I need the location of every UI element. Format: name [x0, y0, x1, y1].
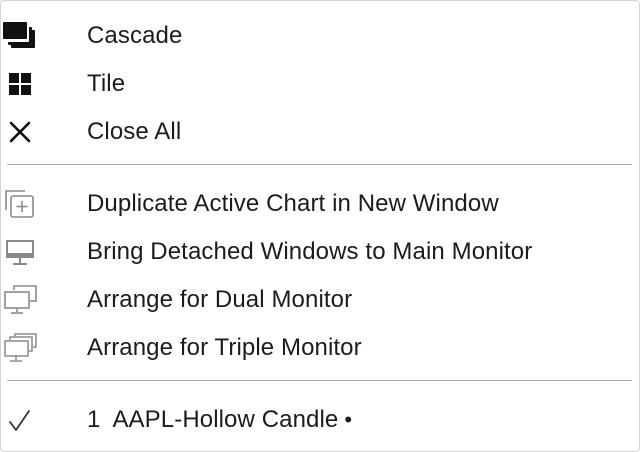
menu-item-tile[interactable]: Tile	[1, 60, 639, 108]
menu-item-label: Tile	[87, 70, 126, 97]
window-title: AAPL-Hollow Candle	[112, 406, 339, 433]
menu-item-duplicate-active-chart[interactable]: Duplicate Active Chart in New Window	[1, 180, 639, 228]
window-number: 1	[87, 406, 101, 433]
cascade-icon	[3, 20, 37, 52]
duplicate-window-icon	[3, 188, 37, 220]
close-icon	[3, 116, 37, 148]
menu-item-arrange-dual-monitor[interactable]: Arrange for Dual Monitor	[1, 276, 639, 324]
menu-item-close-all[interactable]: Close All	[1, 108, 639, 156]
menu-item-label: Close All	[87, 118, 182, 145]
menu-item-label: Arrange for Dual Monitor	[87, 286, 353, 313]
menu-item-label: Arrange for Triple Monitor	[87, 334, 362, 361]
menu-item-label: Bring Detached Windows to Main Monitor	[87, 238, 533, 265]
tile-icon	[3, 68, 37, 100]
menu-separator	[7, 164, 632, 165]
triple-monitor-icon	[3, 332, 37, 364]
active-indicator: •	[344, 407, 353, 432]
menu-item-bring-detached-windows[interactable]: Bring Detached Windows to Main Monitor	[1, 228, 639, 276]
window-list-item[interactable]: 1 AAPL-Hollow Candle •	[1, 396, 639, 444]
window-list-label: 1 AAPL-Hollow Candle •	[87, 396, 352, 444]
menu-item-label: Cascade	[87, 22, 183, 49]
monitor-icon	[3, 236, 37, 268]
menu-item-label: Duplicate Active Chart in New Window	[87, 190, 499, 217]
window-menu: Cascade Tile Close All Duplicate Active …	[0, 0, 640, 452]
menu-separator	[7, 380, 632, 381]
menu-item-cascade[interactable]: Cascade	[1, 12, 639, 60]
menu-item-arrange-triple-monitor[interactable]: Arrange for Triple Monitor	[1, 324, 639, 372]
dual-monitor-icon	[3, 284, 37, 316]
checkmark-icon	[3, 404, 37, 436]
